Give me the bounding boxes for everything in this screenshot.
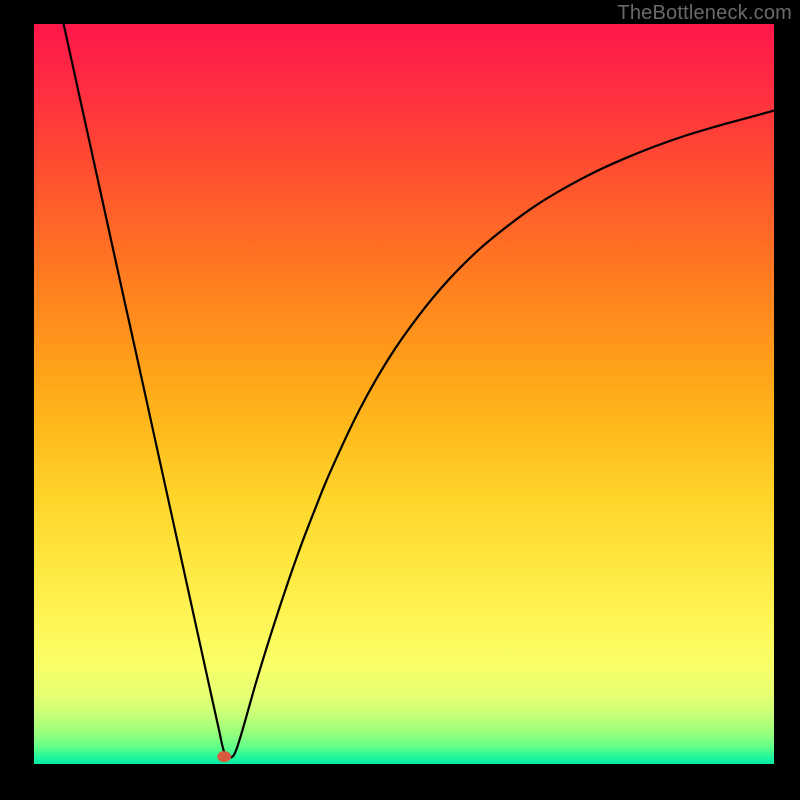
bottleneck-chart [34, 24, 774, 764]
plot-area [34, 24, 774, 764]
chart-frame: TheBottleneck.com [0, 0, 800, 800]
watermark-text: TheBottleneck.com [617, 2, 792, 25]
minimum-marker [217, 751, 231, 762]
